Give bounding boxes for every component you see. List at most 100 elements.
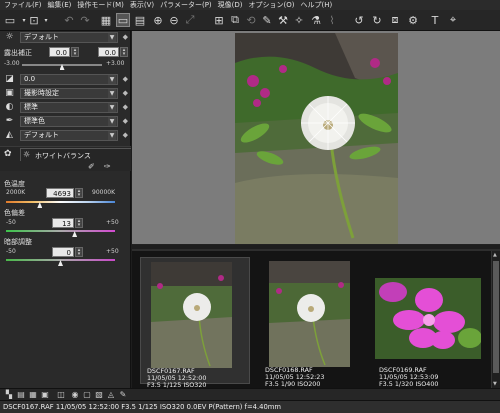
brush-icon[interactable]: ✎: [260, 13, 274, 27]
chevron-down-icon: ▼: [108, 89, 116, 98]
filter-icon[interactable]: ⌇: [325, 13, 339, 27]
info-icon[interactable]: ▢: [82, 390, 92, 400]
exposure-spinner-a[interactable]: ▴ ▾: [71, 47, 79, 57]
thumbnail-item[interactable]: DSCF0167.RAF 11/05/05 12:52:00 F3.5 1/12…: [140, 257, 250, 389]
view-thumbnails-icon[interactable]: ▦: [99, 13, 113, 27]
temperature-spinner[interactable]: ▴ ▾: [75, 188, 83, 198]
shadow-adjust-value-field[interactable]: 0: [52, 247, 74, 257]
expand-marker-icon[interactable]: ◆: [123, 89, 128, 97]
menu-develop[interactable]: 現像(D): [218, 0, 243, 10]
tint-value-field[interactable]: 13: [52, 218, 74, 228]
menu-edit[interactable]: 編集(E): [48, 0, 72, 10]
contrast-icon: ◐: [5, 102, 14, 112]
tone-curve-icon: ◪: [5, 74, 14, 84]
redo-icon[interactable]: ↷: [78, 13, 92, 27]
thumbnail-item[interactable]: DSCF0168.RAF 11/05/05 12:52:23 F3.5 1/90…: [259, 257, 369, 388]
dynamic-range-select[interactable]: 撮影時設定 ▼: [20, 88, 118, 99]
white-balance-section: ✿ ☼ ホワイトバランス ✐ ✑: [0, 146, 131, 171]
tint-spinner[interactable]: ▴ ▾: [75, 218, 83, 228]
color-picker-icon[interactable]: ⌖: [446, 13, 460, 27]
sharpness-icon: ◭: [6, 130, 13, 140]
single-view-icon[interactable]: ▣: [40, 390, 50, 400]
open-dropdown-icon[interactable]: ▾: [39, 13, 53, 27]
expand-marker-icon[interactable]: ◆: [123, 103, 128, 111]
rotate-right-icon[interactable]: ↻: [370, 13, 384, 27]
exposure-value-field-a[interactable]: 0.0: [49, 47, 70, 57]
edit-icon[interactable]: ✎: [118, 390, 128, 400]
temperature-max: 90000K: [92, 189, 116, 196]
split-view-icon[interactable]: ◫: [56, 390, 66, 400]
image-preview-area[interactable]: [132, 31, 500, 245]
gray-card-icon[interactable]: ▧: [94, 390, 104, 400]
wand-icon[interactable]: ✧: [292, 13, 306, 27]
rotate-icon[interactable]: ⟲: [244, 13, 258, 27]
menu-options[interactable]: オプション(O): [249, 0, 295, 10]
tab-white-balance[interactable]: ☼ ホワイトバランス: [20, 148, 131, 161]
folder-icon[interactable]: ▭: [3, 13, 17, 27]
chevron-down-icon: ▼: [108, 33, 116, 42]
temperature-value-field[interactable]: 4693: [46, 188, 74, 198]
contrast-value: 標準: [24, 103, 38, 111]
shadow-adjust-spinner[interactable]: ▴ ▾: [75, 247, 83, 257]
browser-scrollbar[interactable]: ▲ ▼: [491, 251, 500, 388]
expand-marker-icon[interactable]: ◆: [123, 117, 128, 125]
zoom-in-icon[interactable]: ⊕: [151, 13, 165, 27]
histogram-icon[interactable]: ▚: [4, 390, 14, 400]
undo-icon[interactable]: ↶: [62, 13, 76, 27]
text-tool-icon[interactable]: T: [428, 13, 442, 27]
preset-value: デフォルト: [24, 33, 59, 41]
fit-icon[interactable]: ⤢: [183, 13, 197, 27]
toolbar: ▭ ▾ ⊡ ▾ ↶ ↷ ▦ ▭ ▤ ⊕ ⊖ ⤢ ⊞ ⧉ ⟲ ✎ ⚒ ✧ ⚗ ⌇ …: [0, 10, 500, 31]
develop-icon[interactable]: ⧈: [388, 13, 402, 27]
expand-marker-icon[interactable]: ◆: [123, 75, 128, 83]
exposure-max: +3.00: [106, 60, 125, 67]
exposure-spinner-b[interactable]: ▴ ▾: [120, 47, 128, 57]
warning-icon[interactable]: ◬: [106, 390, 116, 400]
rotate-left-icon[interactable]: ↺: [352, 13, 366, 27]
view-split-icon[interactable]: ▤: [133, 13, 147, 27]
tools-icon[interactable]: ⚒: [276, 13, 290, 27]
wb-auto-picker-icon[interactable]: ✑: [104, 162, 111, 171]
adjustment-panel: ☼ デフォルト ▼ ◆ 露出補正 0.0 ▴ ▾ 0.0 ▴ ▾ -3.00 +3.0…: [0, 31, 131, 388]
menu-parameter[interactable]: パラメーター(P): [160, 0, 211, 10]
chevron-down-icon: ▼: [108, 131, 116, 140]
thumbnail-image[interactable]: [375, 278, 481, 359]
filmstrip-icon[interactable]: ▤: [16, 390, 26, 400]
tone-row: ◪ 0.0 ▼ ◆: [0, 73, 131, 86]
preview-photo-dandelion[interactable]: [235, 33, 398, 244]
exposure-value-field-b[interactable]: 0.0: [98, 47, 119, 57]
tone-select[interactable]: 0.0 ▼: [20, 74, 118, 85]
dynamic-range-row: ▣ 撮影時設定 ▼ ◆: [0, 87, 131, 100]
grid-icon[interactable]: ⊞: [212, 13, 226, 27]
scroll-down-icon[interactable]: ▼: [493, 381, 497, 387]
expand-marker-icon[interactable]: ◆: [123, 131, 128, 139]
preset-select[interactable]: デフォルト ▼: [20, 32, 118, 43]
wb-tab-label: ホワイトバランス: [35, 152, 91, 160]
settings-icon[interactable]: ⚙: [406, 13, 420, 27]
scrollbar-thumb[interactable]: [493, 261, 499, 373]
sun-icon: ☼: [5, 32, 14, 42]
view-preview-icon[interactable]: ▭: [116, 13, 130, 27]
tone-icon[interactable]: ◉: [70, 390, 80, 400]
chevron-down-icon: ▼: [108, 117, 116, 126]
zoom-out-icon[interactable]: ⊖: [167, 13, 181, 27]
menu-mode[interactable]: 操作モード(M): [77, 0, 124, 10]
settings-gear-icon[interactable]: ✿: [4, 149, 14, 159]
shadow-adjust-min: -50: [6, 248, 16, 255]
compare-icon[interactable]: ⧉: [228, 13, 242, 27]
color-select[interactable]: 標準色 ▼: [20, 116, 118, 127]
preset-row: ☼ デフォルト ▼ ◆: [0, 31, 131, 44]
menu-help[interactable]: ヘルプ(H): [301, 0, 333, 10]
menu-view[interactable]: 表示(V): [130, 0, 154, 10]
thumbnail-image[interactable]: [269, 261, 350, 367]
thumbnail-image[interactable]: [151, 262, 232, 368]
sharpness-select[interactable]: デフォルト ▼: [20, 130, 118, 141]
expand-marker-icon[interactable]: ◆: [123, 33, 128, 41]
menu-file[interactable]: ファイル(F): [4, 0, 42, 10]
scroll-up-icon[interactable]: ▲: [493, 252, 497, 258]
thumbnail-item[interactable]: DSCF0169.RAF 11/05/05 12:53:09 F3.5 1/32…: [373, 257, 483, 388]
grid-view-icon[interactable]: ▦: [28, 390, 38, 400]
wb-picker-icon[interactable]: ✐: [88, 162, 95, 171]
eyedropper-icon[interactable]: ⚗: [309, 13, 323, 27]
contrast-select[interactable]: 標準 ▼: [20, 102, 118, 113]
